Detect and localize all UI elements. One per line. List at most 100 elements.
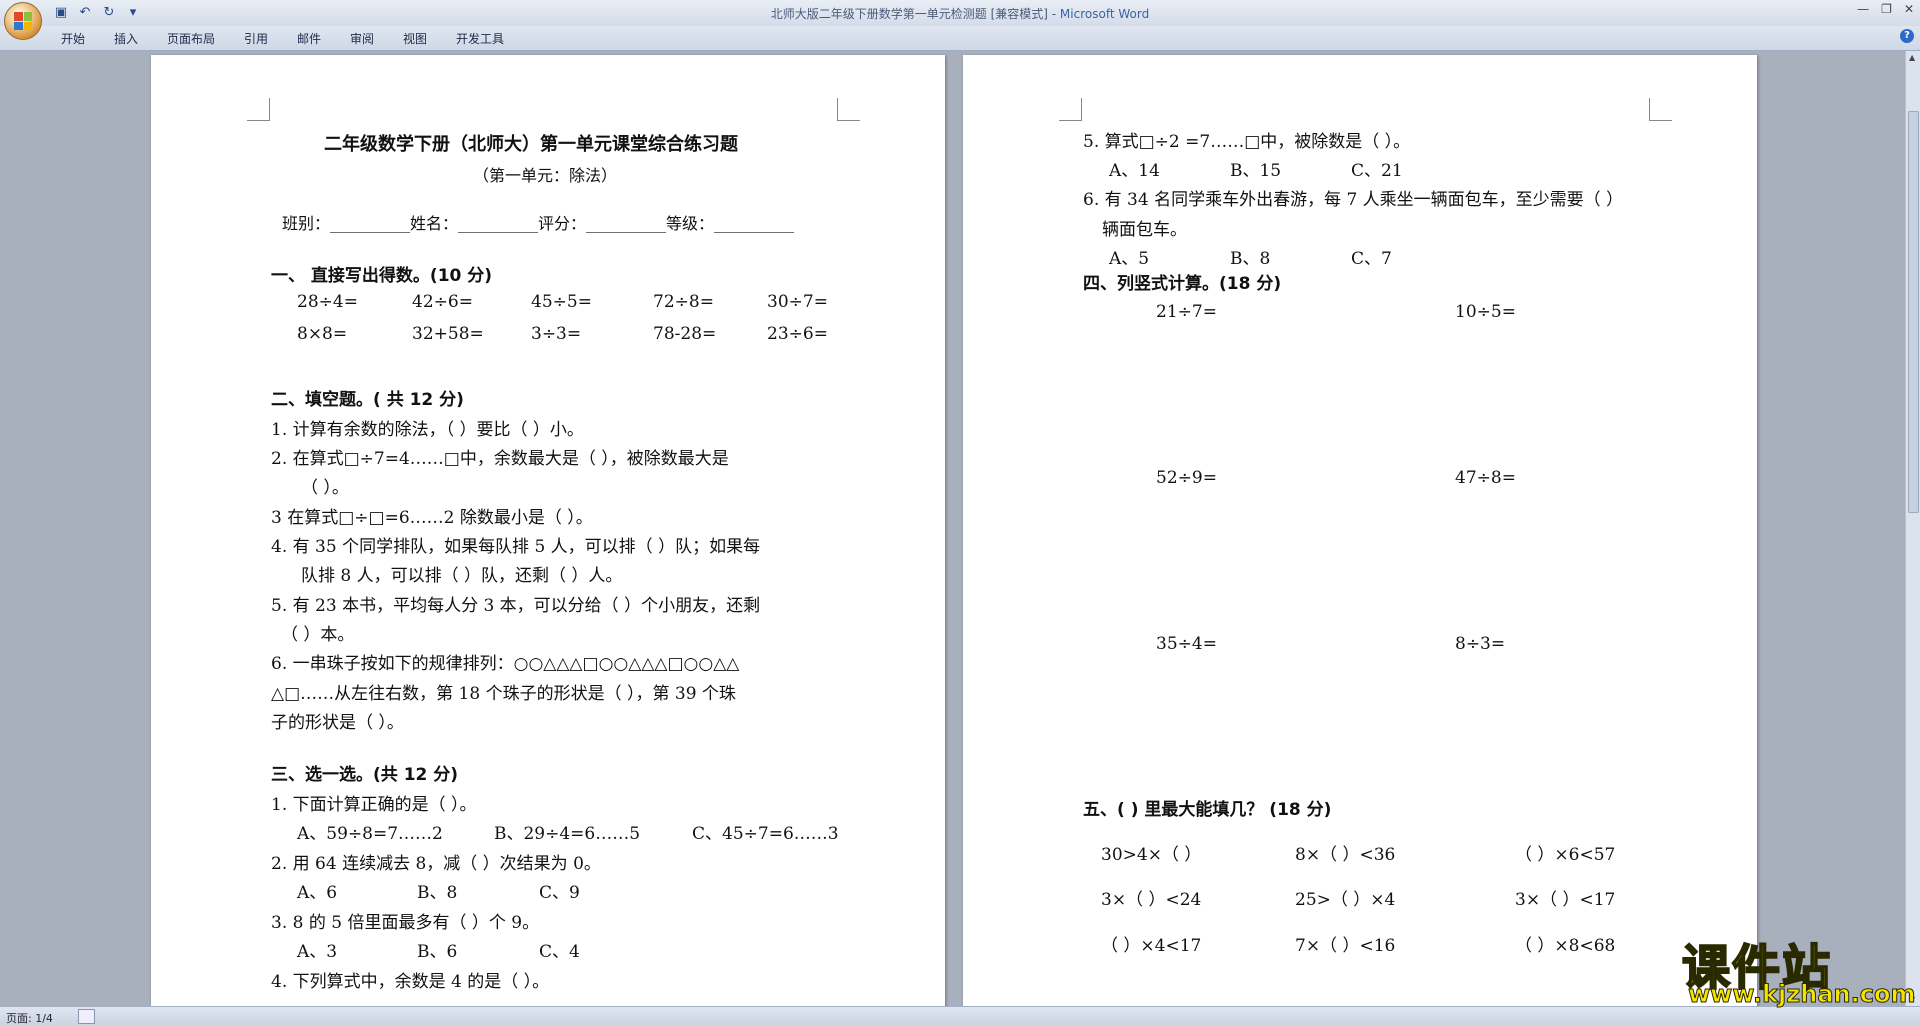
title-bar: ▣ ↶ ↻ ▾ 北师大版二年级下册数学第一单元检测题 [兼容模式] - Micr… bbox=[0, 0, 1920, 27]
s1-item[interactable]: 42÷6= bbox=[412, 292, 473, 312]
tab-review[interactable]: 审阅 bbox=[350, 30, 374, 47]
app-name: Microsoft Word bbox=[1059, 7, 1150, 21]
s3-option[interactable]: C、9 bbox=[539, 878, 580, 903]
s5-item[interactable]: 8×（ ）<36 bbox=[1295, 840, 1395, 865]
s1-item[interactable]: 23÷6= bbox=[767, 324, 828, 344]
q6-option[interactable]: A、5 bbox=[1109, 244, 1149, 269]
office-logo-icon bbox=[14, 12, 32, 30]
q5-option[interactable]: C、21 bbox=[1351, 156, 1403, 181]
info-line[interactable]: 班别：__________姓名：__________评分：__________等… bbox=[282, 210, 794, 234]
s2-line[interactable]: 6. 一串珠子按如下的规律排列：○○△△△□○○△△△□○○△△ bbox=[271, 649, 739, 674]
s1-item[interactable]: 3÷3= bbox=[531, 324, 581, 344]
s3-option[interactable]: B、29÷4=6……5 bbox=[494, 819, 640, 844]
s5-item[interactable]: 3×（ ）<17 bbox=[1515, 885, 1615, 910]
s1-item[interactable]: 28÷4= bbox=[297, 292, 358, 312]
crop-mark bbox=[837, 98, 860, 121]
page-count[interactable]: 页面: 1/4 bbox=[6, 1010, 53, 1026]
q5-option[interactable]: B、15 bbox=[1230, 156, 1281, 181]
q5-line[interactable]: 5. 算式□÷2 =7……□中，被除数是（ ）。 bbox=[1083, 127, 1410, 152]
q5-option[interactable]: A、14 bbox=[1109, 156, 1160, 181]
q6-option[interactable]: C、7 bbox=[1351, 244, 1392, 269]
s1-item[interactable]: 8×8= bbox=[297, 324, 347, 344]
section-1-heading[interactable]: 一、 直接写出得数。(10 分) bbox=[271, 261, 492, 286]
s3-option[interactable]: A、6 bbox=[297, 878, 337, 903]
maximize-icon[interactable]: ❐ bbox=[1881, 2, 1892, 16]
tab-mailings[interactable]: 邮件 bbox=[297, 30, 321, 47]
s5-item[interactable]: 25>（ ）×4 bbox=[1295, 885, 1395, 910]
status-bar: 页面: 1/4 bbox=[0, 1006, 1920, 1026]
crop-mark bbox=[1059, 98, 1082, 121]
s5-item[interactable]: 3×（ ）<24 bbox=[1101, 885, 1201, 910]
s2-line[interactable]: 子的形状是（ ）。 bbox=[271, 708, 404, 733]
scrollbar-thumb[interactable] bbox=[1908, 111, 1919, 513]
s3-option[interactable]: C、4 bbox=[539, 937, 580, 962]
s3-question[interactable]: 3. 8 的 5 倍里面最多有（ ）个 9。 bbox=[271, 908, 539, 933]
s2-line[interactable]: 1. 计算有余数的除法，（ ）要比（ ）小。 bbox=[271, 415, 584, 440]
s2-line[interactable]: 3 在算式□÷□=6……2 除数最小是（ ）。 bbox=[271, 503, 593, 528]
watermark-url: www.kjzhan.com bbox=[1687, 980, 1916, 1009]
section-2-heading[interactable]: 二、填空题。( 共 12 分) bbox=[271, 385, 464, 410]
s2-line[interactable]: △□……从左往右数，第 18 个珠子的形状是（ ），第 39 个珠 bbox=[271, 679, 736, 704]
s5-item[interactable]: 7×（ ）<16 bbox=[1295, 931, 1395, 956]
doc-title[interactable]: 二年级数学下册（北师大）第一单元课堂综合练习题 bbox=[324, 130, 738, 156]
tab-references[interactable]: 引用 bbox=[244, 30, 268, 47]
tab-view[interactable]: 视图 bbox=[403, 30, 427, 47]
s3-question[interactable]: 4. 下列算式中，余数是 4 的是（ ）。 bbox=[271, 967, 549, 992]
s5-item[interactable]: （ ）×8<68 bbox=[1515, 931, 1615, 956]
s3-question[interactable]: 1. 下面计算正确的是（ ）。 bbox=[271, 790, 477, 815]
s4-item[interactable]: 35÷4= bbox=[1156, 634, 1217, 654]
s4-item[interactable]: 8÷3= bbox=[1455, 634, 1505, 654]
s4-item[interactable]: 21÷7= bbox=[1156, 302, 1217, 322]
s3-option[interactable]: A、3 bbox=[297, 937, 337, 962]
s3-option[interactable]: B、8 bbox=[417, 878, 457, 903]
tab-developer[interactable]: 开发工具 bbox=[456, 30, 504, 47]
s1-item[interactable]: 32+58= bbox=[412, 324, 484, 344]
crop-mark bbox=[247, 98, 270, 121]
site-watermark: 课件站 www.kjzhan.com bbox=[1681, 928, 1916, 1010]
q6-option[interactable]: B、8 bbox=[1230, 244, 1270, 269]
s4-item[interactable]: 52÷9= bbox=[1156, 468, 1217, 488]
minimize-icon[interactable]: — bbox=[1857, 2, 1869, 16]
s1-item[interactable]: 78-28= bbox=[653, 324, 716, 344]
doc-subtitle[interactable]: （第一单元：除法） bbox=[473, 162, 617, 186]
tab-page-layout[interactable]: 页面布局 bbox=[167, 30, 215, 47]
help-icon[interactable]: ? bbox=[1900, 29, 1914, 43]
s4-item[interactable]: 10÷5= bbox=[1455, 302, 1516, 322]
s5-item[interactable]: （ ）×6<57 bbox=[1515, 840, 1615, 865]
ribbon-tabs: 开始 插入 页面布局 引用 邮件 审阅 视图 开发工具 bbox=[0, 26, 1920, 51]
office-button[interactable] bbox=[4, 2, 42, 40]
tab-home[interactable]: 开始 bbox=[61, 30, 85, 47]
s2-line[interactable]: 4. 有 35 个同学排队，如果每队排 5 人，可以排（ ）队；如果每 bbox=[271, 532, 760, 557]
s2-line[interactable]: （ ）。 bbox=[301, 473, 349, 498]
s1-item[interactable]: 45÷5= bbox=[531, 292, 592, 312]
proofing-icon[interactable] bbox=[78, 1009, 95, 1024]
s3-option[interactable]: B、6 bbox=[417, 937, 457, 962]
q6-line[interactable]: 6. 有 34 名同学乘车外出春游，每 7 人乘坐一辆面包车，至少需要（ ） bbox=[1083, 185, 1623, 210]
tab-insert[interactable]: 插入 bbox=[114, 30, 138, 47]
window-controls: — ❐ ✕ bbox=[1857, 2, 1914, 16]
s1-item[interactable]: 30÷7= bbox=[767, 292, 828, 312]
s1-item[interactable]: 72÷8= bbox=[653, 292, 714, 312]
document-title: 北师大版二年级下册数学第一单元检测题 [兼容模式] - bbox=[770, 7, 1060, 21]
window-title: 北师大版二年级下册数学第一单元检测题 [兼容模式] - Microsoft Wo… bbox=[0, 5, 1920, 22]
scroll-up-arrow-icon[interactable]: ▲ bbox=[1909, 53, 1915, 62]
section-5-heading[interactable]: 五、( ) 里最大能填几？ (18 分) bbox=[1083, 795, 1331, 820]
s2-line[interactable]: 5. 有 23 本书，平均每人分 3 本，可以分给（ ）个小朋友，还剩 bbox=[271, 591, 760, 616]
s2-line[interactable]: （ ）本。 bbox=[281, 620, 354, 645]
q6-line[interactable]: 辆面包车。 bbox=[1102, 215, 1187, 240]
section-3-heading[interactable]: 三、选一选。(共 12 分) bbox=[271, 760, 458, 785]
page-1: 二年级数学下册（北师大）第一单元课堂综合练习题 （第一单元：除法） 班别：___… bbox=[151, 55, 945, 1015]
s4-item[interactable]: 47÷8= bbox=[1455, 468, 1516, 488]
s5-item[interactable]: （ ）×4<17 bbox=[1101, 931, 1201, 956]
section-4-heading[interactable]: 四、列竖式计算。(18 分) bbox=[1083, 269, 1281, 294]
page-2: 5. 算式□÷2 =7……□中，被除数是（ ）。 A、14 B、15 C、21 … bbox=[963, 55, 1757, 1015]
crop-mark bbox=[1649, 98, 1672, 121]
s2-line[interactable]: 队排 8 人，可以排（ ）队，还剩（ ）人。 bbox=[301, 561, 622, 586]
s3-question[interactable]: 2. 用 64 连续减去 8，减（ ）次结果为 0。 bbox=[271, 849, 601, 874]
close-icon[interactable]: ✕ bbox=[1904, 2, 1914, 16]
vertical-scrollbar[interactable]: ▲ ▼ bbox=[1905, 51, 1920, 1006]
s3-option[interactable]: C、45÷7=6……3 bbox=[692, 819, 839, 844]
s2-line[interactable]: 2. 在算式□÷7=4……□中，余数最大是（ ），被除数最大是 bbox=[271, 444, 729, 469]
s5-item[interactable]: 30>4×（ ） bbox=[1101, 840, 1201, 865]
s3-option[interactable]: A、59÷8=7……2 bbox=[297, 819, 443, 844]
